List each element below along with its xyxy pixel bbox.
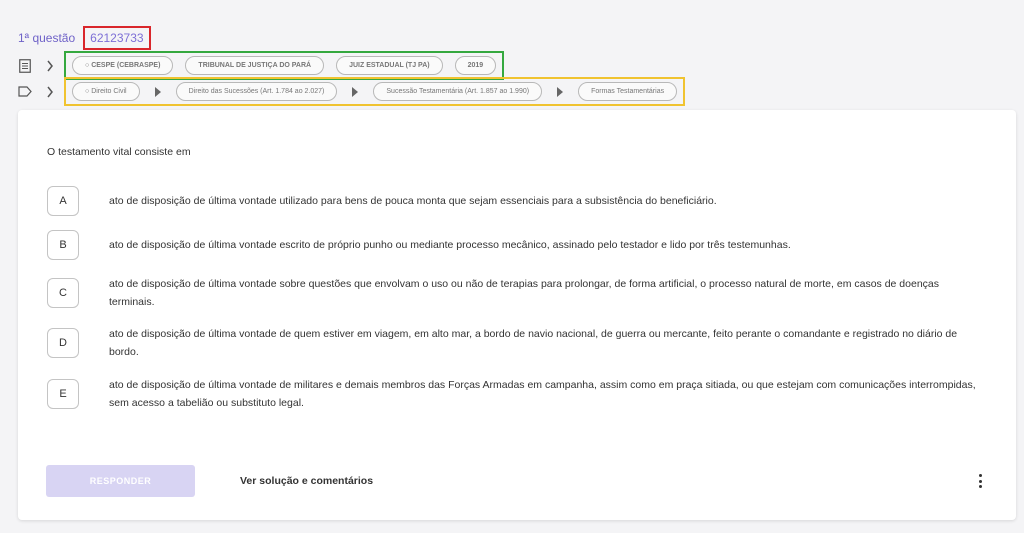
document-icon (18, 58, 32, 73)
kebab-dot (978, 485, 982, 488)
option-letter-d[interactable]: D (47, 328, 79, 358)
info-tags-row: ○ CESPE (CEBRASPE) TRIBUNAL DE JUSTIÇA D… (18, 51, 505, 80)
option-letter-c[interactable]: C (47, 278, 79, 308)
subject-tag-assunto-2[interactable]: Sucessão Testamentária (Art. 1.857 ao 1.… (373, 82, 543, 101)
option-c[interactable]: C ato de disposição de última vontade so… (47, 275, 987, 311)
tag-cargo[interactable]: JUIZ ESTADUAL (TJ PA) (336, 56, 443, 75)
option-letter-b[interactable]: B (47, 230, 79, 260)
subject-tag-disciplina[interactable]: ○ Direito Civil (72, 82, 140, 101)
subject-tag-assunto-3[interactable]: Formas Testamentárias (578, 82, 678, 101)
option-d[interactable]: D ato de disposição de última vontade de… (47, 325, 987, 361)
question-header: 1ª questão 62123733 (18, 26, 151, 50)
subject-tags-row: ○ Direito Civil Direito das Sucessões (A… (18, 77, 686, 106)
responder-button[interactable]: RESPONDER (46, 465, 195, 497)
option-a[interactable]: A ato de disposição de última vontade ut… (47, 186, 987, 216)
subject-tag-assunto-1[interactable]: Direito das Sucessões (Art. 1.784 ao 2.0… (175, 82, 338, 101)
subject-tags-box: ○ Direito Civil Direito das Sucessões (A… (64, 77, 686, 106)
question-id-link[interactable]: 62123733 (83, 26, 151, 50)
option-text-b: ato de disposição de última vontade escr… (109, 239, 791, 251)
option-text-a: ato de disposição de última vontade util… (109, 195, 717, 207)
tag-orgao[interactable]: TRIBUNAL DE JUSTIÇA DO PARÁ (185, 56, 325, 75)
kebab-dot (978, 474, 982, 477)
chevron-right-icon (47, 86, 53, 97)
tag-ano[interactable]: 2019 (454, 56, 497, 75)
kebab-dot (978, 479, 982, 483)
option-b[interactable]: B ato de disposição de última vontade es… (47, 230, 987, 260)
option-text-e: ato de disposição de última vontade de m… (109, 379, 976, 409)
option-letter-e[interactable]: E (47, 379, 79, 409)
tag-banca-label: CESPE (CEBRASPE) (91, 62, 161, 69)
option-text-d: ato de disposição de última vontade de q… (109, 328, 958, 358)
subject-tag-disciplina-label: Direito Civil (91, 88, 127, 95)
option-e[interactable]: E ato de disposição de última vontade de… (47, 376, 987, 412)
question-card: O testamento vital consiste em A ato de … (18, 110, 1016, 520)
tag-icon (18, 85, 32, 99)
option-letter-a[interactable]: A (47, 186, 79, 216)
question-statement: O testamento vital consiste em (47, 146, 191, 158)
more-vertical-icon[interactable] (976, 474, 984, 488)
tag-banca[interactable]: ○ CESPE (CEBRASPE) (72, 56, 174, 75)
chevron-right-icon (352, 86, 359, 97)
chevron-right-icon (47, 60, 53, 71)
info-tags-box: ○ CESPE (CEBRASPE) TRIBUNAL DE JUSTIÇA D… (64, 51, 505, 80)
ver-solucao-link[interactable]: Ver solução e comentários (240, 475, 373, 487)
question-number: 1ª questão (18, 31, 76, 45)
option-text-c: ato de disposição de última vontade sobr… (109, 278, 940, 308)
chevron-right-icon (557, 86, 564, 97)
chevron-right-icon (154, 86, 161, 97)
